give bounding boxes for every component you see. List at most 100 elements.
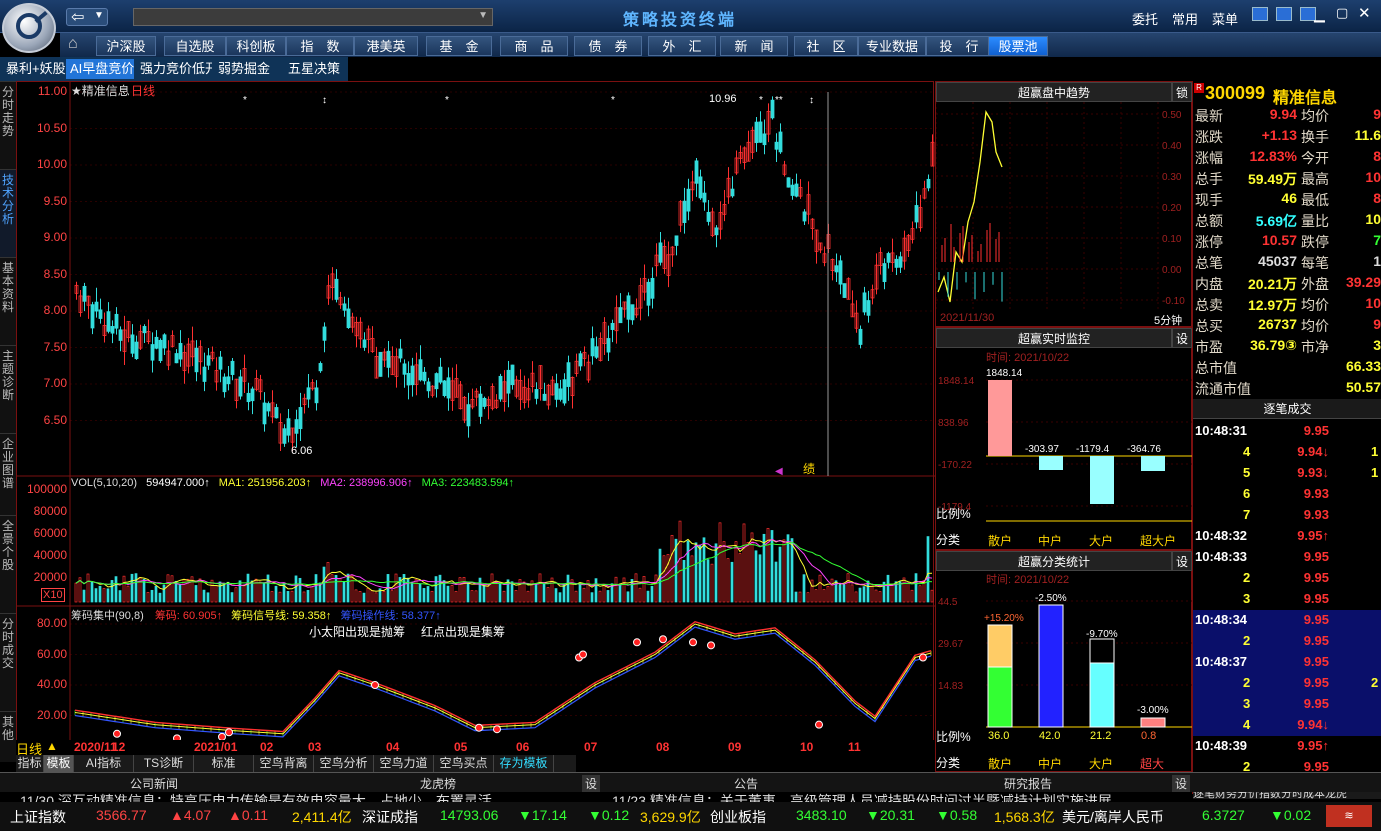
date-axis-row: 日线 ▲ 2020/11 12 2021/01 02 03 04 05 06 07 08 09 10 1… xyxy=(16,739,934,757)
tab-ts-diagnosis[interactable]: TS诊断 xyxy=(134,755,194,772)
chip-header: 筹码集中(90,8) 筹码: 60.905↑ 筹码信号线: 59.358↑ 筹码… xyxy=(71,607,441,623)
left-tab-2[interactable]: 技术分析 xyxy=(0,169,16,257)
nav-stock-pool[interactable]: 股票池 xyxy=(988,36,1048,56)
home-icon[interactable]: ⌂ xyxy=(68,35,78,53)
svg-text:42.0: 42.0 xyxy=(1039,730,1060,742)
news-header-company[interactable]: 公司新闻 xyxy=(130,775,178,792)
quote-value: 5.69亿 xyxy=(1255,213,1297,229)
trade-price: 9.95 xyxy=(1303,612,1329,627)
left-tab-1[interactable]: 分时走势 xyxy=(0,81,16,169)
tab-strategy-4[interactable]: 弱势掘金 xyxy=(214,59,274,79)
news-settings-2[interactable]: 设 xyxy=(1172,775,1191,792)
date-label: 03 xyxy=(308,740,322,754)
tab-ai-indicator[interactable]: AI指标 xyxy=(74,755,134,772)
ticker-name-2[interactable]: 深证成指 xyxy=(362,807,418,827)
tab-strategy-5[interactable]: 五星决策 xyxy=(284,59,344,79)
left-tab-5[interactable]: 企业图谱 xyxy=(0,433,16,515)
left-tab-8[interactable]: 其他 xyxy=(0,711,16,762)
quote-row: 总笔 45037 每笔 1 xyxy=(1193,252,1381,273)
tab-kongniao-divergence[interactable]: 空鸟背离 xyxy=(254,755,314,772)
stats-settings-button[interactable]: 设 xyxy=(1172,551,1192,571)
date-label: 08 xyxy=(656,740,670,754)
chevron-down-icon: ▼ xyxy=(94,10,104,21)
monitor-cat-2: 中户 xyxy=(1038,534,1063,548)
back-button[interactable]: ⇦ ▼ xyxy=(66,8,108,26)
tab-standard[interactable]: 标准 xyxy=(194,755,254,772)
news-header-research[interactable]: 研究报告 xyxy=(1004,775,1052,792)
left-tab-4[interactable]: 主题诊断 xyxy=(0,345,16,433)
nav-index[interactable]: 指 数 xyxy=(286,36,354,56)
toolbar-t-button[interactable] xyxy=(1252,7,1268,21)
nav-investment-bank[interactable]: 投 行 xyxy=(926,36,992,56)
nav-fund[interactable]: 基 金 xyxy=(426,36,492,56)
kline-ytick: 8.50 xyxy=(43,266,67,281)
nav-commodity[interactable]: 商 品 xyxy=(500,36,568,56)
ticker-name-1[interactable]: 上证指数 xyxy=(10,807,66,827)
trade-price: 9.95 xyxy=(1303,591,1329,606)
svg-text:0.40: 0.40 xyxy=(1162,141,1182,152)
trade-row: 9.95 3 xyxy=(1193,694,1381,715)
main-chart[interactable]: * ↕ * * * ** ↕ ◀ ★精准信息 日线 10.96 6.06 绩 VOL(5,10… xyxy=(16,81,935,742)
trade-price: 9.95 xyxy=(1303,570,1329,585)
tab-template[interactable]: 模板 xyxy=(44,755,74,772)
quote-value: 50.57 xyxy=(1345,379,1381,395)
news-settings-1[interactable]: 设 xyxy=(582,775,601,792)
tab-strategy-2[interactable]: AI早盘竞价 xyxy=(66,59,134,79)
nav-forex[interactable]: 外 汇 xyxy=(648,36,716,56)
tab-strategy-3[interactable]: 强力竞价低开+ xyxy=(136,59,212,79)
kline-ytick: 7.50 xyxy=(43,339,67,354)
nav-news[interactable]: 新 闻 xyxy=(720,36,788,56)
toolbar-a-button[interactable] xyxy=(1276,7,1292,21)
close-icon[interactable]: ✕ xyxy=(1358,4,1371,22)
trade-qty: 3 xyxy=(1243,591,1251,606)
nav-community[interactable]: 社 区 xyxy=(794,36,858,56)
menu-common[interactable]: 常用 xyxy=(1172,9,1198,28)
nav-pro-data[interactable]: 专业数据 xyxy=(858,36,926,56)
left-tab-7[interactable]: 分时成交 xyxy=(0,613,16,711)
nav-hk-us[interactable]: 港美英 xyxy=(354,36,418,56)
news-header-notice[interactable]: 公告 xyxy=(734,775,758,792)
quote-key: 最新 xyxy=(1195,108,1223,124)
tab-kongniao-force[interactable]: 空鸟力道 xyxy=(374,755,434,772)
nav-bond[interactable]: 债 券 xyxy=(574,36,642,56)
svg-text:◀: ◀ xyxy=(775,466,783,477)
tab-kongniao-analysis[interactable]: 空鸟分析 xyxy=(314,755,374,772)
tab-indicator[interactable]: 指标 xyxy=(16,755,44,772)
quote-value-2: 39.29 xyxy=(1345,274,1381,290)
minimize-icon[interactable]: ▁ xyxy=(1314,6,1325,23)
quote-value: 20.21万 xyxy=(1247,276,1297,292)
menu-entrust[interactable]: 委托 xyxy=(1132,9,1158,28)
maximize-icon[interactable]: ▢ xyxy=(1336,5,1348,21)
left-tab-3[interactable]: 基本资料 xyxy=(0,257,16,345)
svg-text:-303.97: -303.97 xyxy=(1025,444,1059,455)
monitor-cat-4: 超大户 xyxy=(1140,534,1177,548)
monitor-settings-button[interactable]: 设 xyxy=(1172,328,1192,348)
ticker-name-4[interactable]: 美元/离岸人民币 xyxy=(1062,807,1164,827)
nav-shanghai-shenzhen[interactable]: 沪深股 xyxy=(96,36,156,56)
news-header-dragon[interactable]: 龙虎榜 xyxy=(420,775,456,792)
ticker-pct-1: ▲0.11 xyxy=(228,807,269,823)
quote-row: 市盈 36.79③ 市净 3 xyxy=(1193,336,1381,357)
left-tab-6[interactable]: 全景个股 xyxy=(0,515,16,613)
menu-main[interactable]: 菜单 xyxy=(1212,9,1238,28)
nav-watchlist[interactable]: 自选股 xyxy=(164,36,226,56)
ticker-name-3[interactable]: 创业板指 xyxy=(710,807,766,827)
tab-save-template[interactable]: 存为模板 xyxy=(494,755,554,772)
trend-lock-button[interactable]: 锁 xyxy=(1172,82,1192,102)
tab-kongniao-buypoint[interactable]: 空鸟买点 xyxy=(434,755,494,772)
search-input[interactable]: ▼ xyxy=(133,8,493,26)
nav-star-market[interactable]: 科创板 xyxy=(226,36,286,56)
vol-ytick: 20000 xyxy=(33,570,67,584)
quote-row: 最新 9.94 均价 9 xyxy=(1193,105,1381,126)
trade-qty: 3 xyxy=(1243,696,1251,711)
low-label: 6.06 xyxy=(291,445,313,457)
vol-scale: X10 xyxy=(41,588,65,602)
ticker-chg-4: ▼0.02 xyxy=(1270,807,1312,823)
vol-ytick: 60000 xyxy=(33,526,67,540)
kline-ytick: 10.50 xyxy=(36,120,67,135)
quote-key-2: 最低 xyxy=(1301,192,1329,208)
date-label: 11 xyxy=(848,740,861,754)
tab-strategy-1[interactable]: 暴利+妖股 xyxy=(2,59,70,79)
period-up-icon[interactable]: ▲ xyxy=(46,739,58,753)
trade-price: 9.95 xyxy=(1303,549,1329,564)
